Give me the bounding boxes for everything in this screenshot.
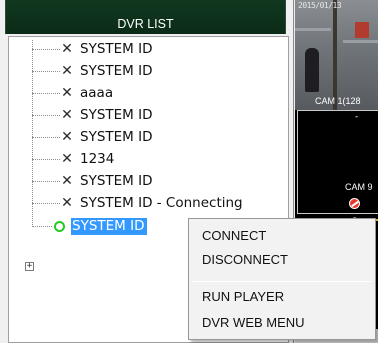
dvr-list-title: DVR LIST (117, 17, 174, 31)
tree-item-label: SYSTEM ID (80, 107, 153, 123)
camera-tile[interactable] (297, 110, 378, 214)
feed-object (355, 22, 369, 38)
context-menu: CONNECT DISCONNECT RUN PLAYER DVR WEB ME… (188, 218, 376, 340)
disconnected-x-icon: ✕ (61, 151, 73, 167)
disconnected-x-icon: ✕ (61, 195, 73, 211)
menu-item-connect[interactable]: CONNECT (189, 225, 375, 247)
camera-label: CAM 9 (345, 182, 373, 192)
tree-item-dvr-5[interactable]: ✕ SYSTEM ID (32, 128, 155, 147)
camera-1-label: CAM 1(128 (315, 96, 361, 106)
menu-item-disconnect[interactable]: DISCONNECT (189, 249, 375, 271)
tree-item-label: SYSTEM ID (80, 129, 153, 145)
disconnected-x-icon: ✕ (61, 129, 73, 145)
tree-item-dvr-2[interactable]: ✕ SYSTEM ID (32, 62, 155, 81)
tree-connector (32, 115, 60, 116)
disconnected-x-icon: ✕ (61, 173, 73, 189)
tree-item-label: aaaa (80, 85, 114, 101)
no-signal-icon (349, 198, 360, 209)
tree-item-label: SYSTEM ID (80, 41, 153, 57)
tree-item-label: SYSTEM ID (80, 63, 153, 79)
tree-connector (32, 93, 60, 94)
tree-item-label: SYSTEM ID - Connecting (80, 195, 243, 211)
tree-item-dvr-3[interactable]: ✕ aaaa (32, 84, 116, 103)
connected-circle-icon (54, 221, 65, 232)
feed-person (305, 48, 319, 92)
menu-item-dvr-web-menu[interactable]: DVR WEB MENU (189, 312, 375, 334)
tree-item-label: SYSTEM ID (80, 173, 153, 189)
tree-item-dvr-4[interactable]: ✕ SYSTEM ID (32, 106, 155, 125)
tree-item-dvr-8[interactable]: ✕ SYSTEM ID - Connecting (32, 194, 246, 213)
menu-separator (192, 281, 372, 282)
tree-item-label: SYSTEM ID (71, 218, 148, 235)
disconnected-x-icon: ✕ (61, 107, 73, 123)
menu-item-run-player[interactable]: RUN PLAYER (189, 286, 375, 308)
dvr-list-header: DVR LIST (5, 0, 286, 34)
tree-connector (32, 203, 60, 204)
disconnected-x-icon: ✕ (61, 41, 73, 57)
feed-shelf (295, 28, 331, 31)
tree-connector (32, 71, 60, 72)
tree-item-dvr-6[interactable]: ✕ 1234 (32, 150, 117, 169)
tree-item-dvr-1[interactable]: ✕ SYSTEM ID (32, 40, 155, 59)
feed-shelf (343, 40, 378, 43)
tree-item-label: 1234 (80, 151, 115, 167)
disconnected-x-icon: ✕ (61, 63, 73, 79)
expand-plus-icon[interactable]: + (25, 262, 34, 271)
disconnected-x-icon: ✕ (61, 85, 73, 101)
tree-connector (32, 137, 60, 138)
camera-1-feed[interactable]: 2015/01/13 CAM 1(128 (295, 0, 378, 110)
tree-connector (32, 226, 52, 227)
tree-connector (32, 49, 60, 50)
tree-connector (32, 181, 60, 182)
camera-timestamp: 2015/01/13 (298, 1, 342, 10)
tree-connector (32, 159, 60, 160)
tree-item-dvr-9[interactable]: SYSTEM ID (32, 217, 148, 236)
tree-item-dvr-7[interactable]: ✕ SYSTEM ID (32, 172, 155, 191)
